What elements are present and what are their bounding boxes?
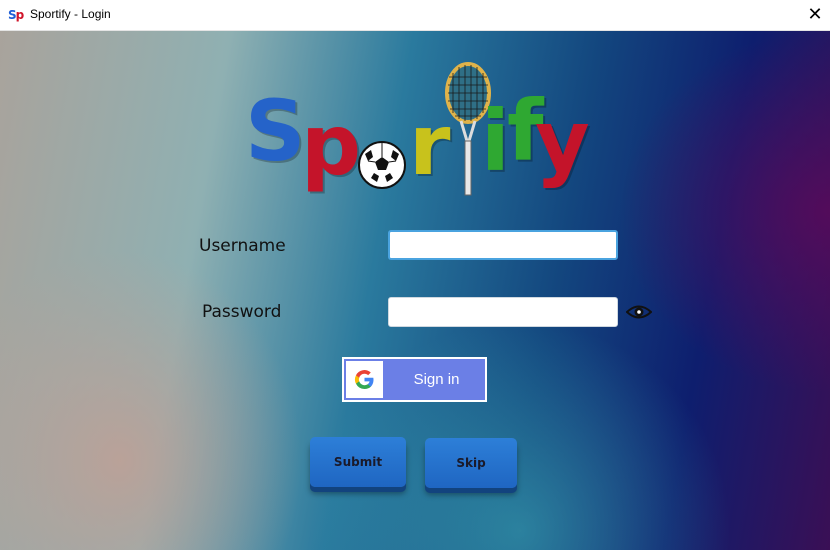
- close-icon[interactable]: ✕: [800, 0, 830, 30]
- login-panel: S p r i f y Username Password Sign in Su…: [0, 31, 830, 550]
- username-label: Username: [199, 236, 286, 256]
- app-icon: Sp: [8, 8, 24, 22]
- submit-button[interactable]: Submit: [310, 437, 406, 487]
- sportify-logo: S p r i f y: [245, 61, 590, 221]
- skip-button[interactable]: Skip: [425, 438, 517, 488]
- logo-letter-i: i: [481, 92, 510, 190]
- username-input[interactable]: [388, 230, 618, 260]
- soccer-ball-icon: [358, 141, 406, 189]
- title-bar: Sp Sportify - Login ✕: [0, 0, 830, 31]
- google-icon-box: [346, 361, 383, 398]
- google-sign-in-button[interactable]: Sign in: [342, 357, 487, 402]
- logo-letter-s: S: [245, 82, 306, 180]
- password-input[interactable]: [388, 297, 618, 327]
- show-password-eye-icon[interactable]: [626, 303, 652, 321]
- password-label: Password: [202, 302, 282, 322]
- logo-letter-p: p: [301, 96, 362, 194]
- google-g-icon: [354, 370, 374, 390]
- window-title: Sportify - Login: [30, 7, 111, 21]
- google-sign-in-label: Sign in: [413, 371, 460, 388]
- logo-letter-y: y: [535, 92, 590, 190]
